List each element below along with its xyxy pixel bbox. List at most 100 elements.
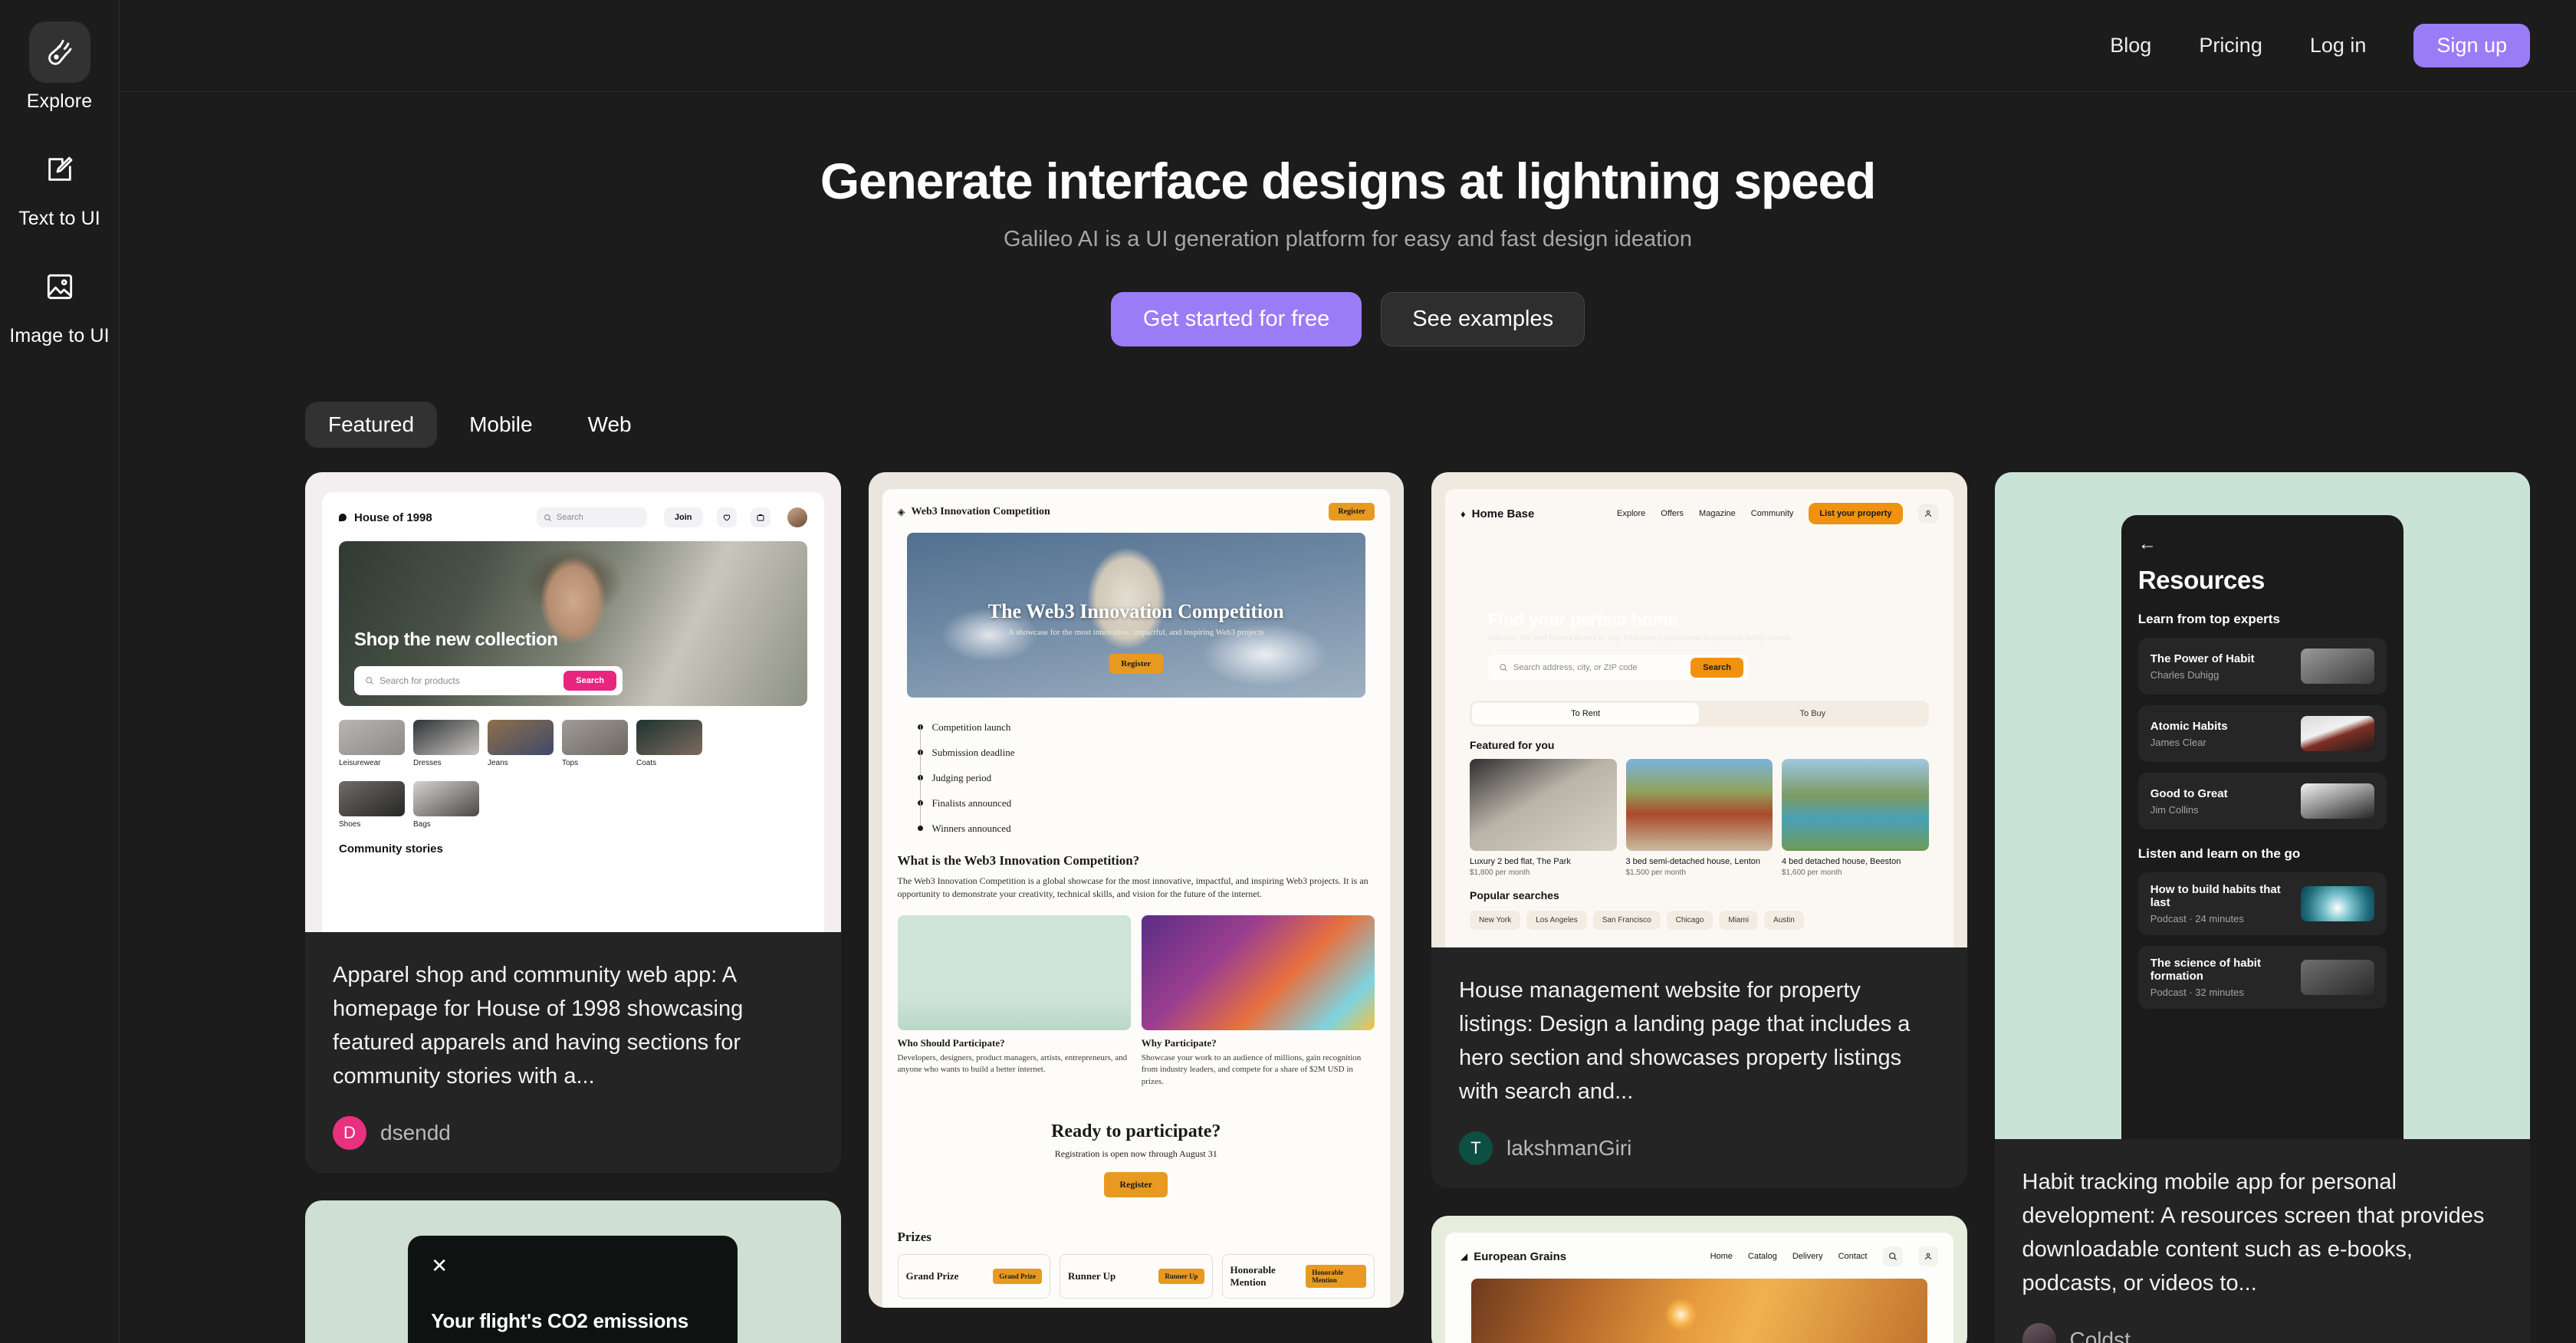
gallery-card-european-grains[interactable]: ◢ European Grains Home Catalog Delivery … [1431,1216,1967,1343]
timeline-label: Winners announced [932,822,1011,834]
user-icon-button[interactable] [1917,1246,1938,1267]
listing-card[interactable]: Luxury 2 bed flat, The Park $1,800 per m… [1470,759,1617,877]
card-author[interactable]: Coldst [2022,1323,2503,1343]
mockup-nav-magazine[interactable]: Magazine [1699,509,1736,518]
heart-icon-button[interactable] [716,507,737,527]
mockup-about-heading: What is the Web3 Innovation Competition? [897,853,1140,868]
mockup-nav-home[interactable]: Home [1710,1252,1733,1261]
top-navigation: Blog Pricing Log in Sign up [120,0,2576,92]
category-thumb [339,781,405,816]
podcast-thumbnail [2300,886,2374,921]
close-icon[interactable]: ✕ [431,1256,715,1276]
popular-chip[interactable]: Miami [1719,911,1759,930]
mockup-search-button[interactable]: Search [564,671,616,691]
mockup-popular-heading: Popular searches [1470,889,1559,901]
tab-featured[interactable]: Featured [305,402,438,448]
card-author[interactable]: D dsendd [333,1116,813,1151]
nav-link-blog[interactable]: Blog [2110,34,2151,57]
category-thumb [636,720,702,755]
main-content: Blog Pricing Log in Sign up Generate int… [120,0,2576,1343]
category-item[interactable]: Shoes [339,781,405,829]
user-icon-button[interactable] [1917,504,1938,524]
mockup-nav-explore[interactable]: Explore [1617,509,1645,518]
mockup-nav-delivery[interactable]: Delivery [1792,1252,1823,1261]
book-row[interactable]: The Power of Habit Charles Duhigg [2137,638,2387,694]
segment-to-rent[interactable]: To Rent [1472,703,1700,724]
nav-link-pricing[interactable]: Pricing [2199,34,2262,57]
segment-to-buy[interactable]: To Buy [1699,703,1926,724]
mockup-nav-catalog[interactable]: Catalog [1748,1252,1777,1261]
tab-mobile[interactable]: Mobile [446,402,555,448]
podcast-row[interactable]: The science of habit formation Podcast ·… [2137,946,2387,1009]
gallery-card-resources[interactable]: ← Resources Learn from top experts The P… [1994,472,2531,1343]
category-item[interactable]: Jeans [488,720,554,767]
sidebar-item-explore[interactable]: Explore [0,21,120,113]
mockup-search-button[interactable]: Search [1691,658,1743,678]
mockup-register-button-top[interactable]: Register [1329,503,1375,520]
card-author[interactable]: T lakshmanGiri [1459,1131,1940,1166]
prize-tag: Runner Up [1158,1268,1204,1284]
panel-illustration [1141,914,1375,1030]
book-row[interactable]: Good to Great Jim Collins [2137,773,2387,829]
mockup-category-row-2: Shoes Bags [339,781,807,829]
card-caption: Habit tracking mobile app for personal d… [1995,1139,2531,1343]
listing-card[interactable]: 3 bed semi-detached house, Lenton $1,500… [1625,759,1773,877]
popular-chip[interactable]: Austin [1764,911,1804,930]
search-icon [1500,664,1507,672]
mockup-nav-offers[interactable]: Offers [1661,509,1684,518]
listing-card[interactable]: 4 bed detached house, Beeston $1,600 per… [1782,759,1929,877]
podcast-meta: Podcast · 32 minutes [2150,987,2244,998]
sidebar-item-label: Text to UI [18,208,100,229]
popular-chip[interactable]: Chicago [1666,911,1714,930]
bag-icon-button[interactable] [750,507,770,527]
mockup-home-base: ♦ Home Base Explore Offers Magazine Comm… [1431,472,1967,947]
popular-chip[interactable]: San Francisco [1592,911,1661,930]
book-author: Jim Collins [2150,803,2199,816]
category-item[interactable]: Leisurewear [339,720,405,767]
category-label: Bags [413,820,431,829]
search-icon-button[interactable] [1882,1246,1903,1267]
mockup-nav-contact[interactable]: Contact [1838,1252,1868,1261]
avatar: D [333,1116,366,1151]
see-examples-button[interactable]: See examples [1381,292,1585,346]
get-started-button[interactable]: Get started for free [1110,292,1362,346]
avatar[interactable] [787,507,807,527]
listing-title: 3 bed semi-detached house, Lenton [1625,857,1761,866]
mockup-register-button-hero[interactable]: Register [1109,654,1164,674]
gallery-card-co2[interactable]: ✕ Your flight's CO2 emissions Delta LAX … [305,1200,841,1343]
mockup-register-button-cta[interactable]: Register [1104,1171,1168,1197]
gallery-card-web3[interactable]: ◈ Web3 Innovation Competition Register T… [868,472,1404,1308]
gallery-column-2: ◈ Web3 Innovation Competition Register T… [868,472,1404,1308]
mockup-nav-community[interactable]: Community [1751,509,1794,518]
nav-link-login[interactable]: Log in [2310,34,2367,57]
user-icon [1924,510,1931,517]
category-label: Jeans [488,759,508,767]
popular-chip[interactable]: Los Angeles [1526,911,1587,930]
timeline-label: Competition launch [932,721,1011,733]
category-item[interactable]: Tops [562,720,628,767]
podcast-row[interactable]: How to build habits that last Podcast · … [2137,872,2387,935]
category-item[interactable]: Coats [636,720,702,767]
category-item[interactable]: Dresses [413,720,479,767]
sign-up-button[interactable]: Sign up [2413,24,2530,67]
mockup-hero-title: The Web3 Innovation Competition [987,600,1284,622]
mockup-address-search[interactable]: Search address, city, or ZIP code Search [1488,655,1749,681]
gallery-card-house-of-1998[interactable]: House of 1998 Search Join Shop the new c… [305,472,841,1174]
category-item[interactable]: Bags [413,781,479,829]
book-row[interactable]: Atomic Habits James Clear [2137,705,2387,762]
mockup-section-experts: Learn from top experts [2137,612,2280,626]
sidebar-item-text-to-ui[interactable]: Text to UI [0,139,120,230]
sidebar-item-image-to-ui[interactable]: Image to UI [0,256,120,347]
popular-chip[interactable]: New York [1470,911,1521,930]
arrow-left-icon[interactable]: ← [2138,535,2387,553]
gallery-card-home-base[interactable]: ♦ Home Base Explore Offers Magazine Comm… [1431,472,1967,1189]
listing-image [1625,759,1773,851]
mockup-search-field[interactable]: Search [536,507,647,527]
mockup-join-button[interactable]: Join [663,507,703,527]
category-thumb [488,720,554,755]
mockup-list-property-button[interactable]: List your property [1809,503,1903,524]
gallery-grid: House of 1998 Search Join Shop the new c… [120,472,2576,1343]
tab-web[interactable]: Web [565,402,655,448]
mockup-product-search[interactable]: Search for products Search [354,666,623,695]
mockup-hero-subtitle: Discover the best homes to rent or buy, … [1488,634,1790,642]
